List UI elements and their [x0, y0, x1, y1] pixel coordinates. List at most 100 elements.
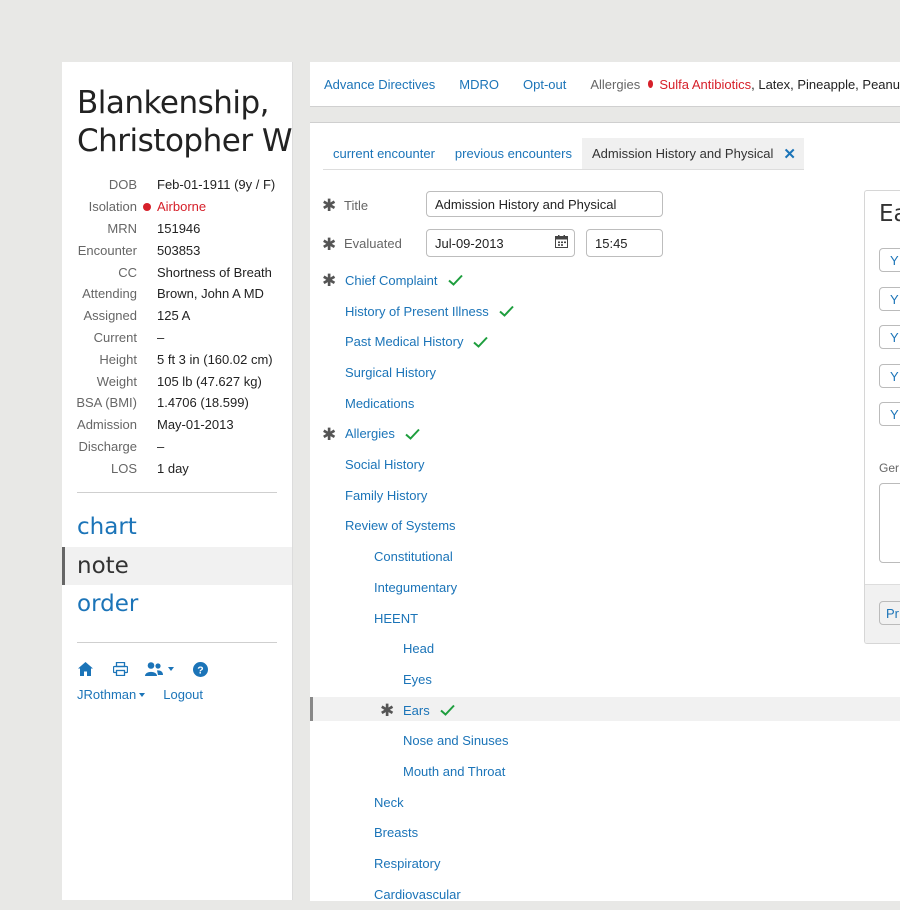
user-menu[interactable]: JRothman [77, 686, 146, 702]
tab-current-encounter[interactable]: current encounter [323, 138, 445, 169]
note-section-label: Eyes [403, 671, 432, 687]
demographic-value-text: 1.4706 (18.599) [157, 395, 249, 411]
help-icon[interactable]: ? [193, 661, 208, 677]
note-section-item[interactable]: HEENT [374, 603, 418, 634]
demographic-label: MRN [107, 220, 137, 236]
demographic-value: Feb-01-1911 (9y / F) [157, 177, 275, 192]
demographic-value: 105 lb (47.627 kg) [157, 374, 262, 389]
note-section-item[interactable]: Breasts [374, 818, 418, 849]
encounter-tabs: current encounter previous encounters Ad… [323, 138, 804, 170]
home-icon[interactable] [77, 662, 93, 677]
note-section-item[interactable]: Ears [403, 695, 455, 726]
demographic-label: LOS [110, 460, 137, 476]
checkmark-icon [405, 428, 420, 440]
evaluated-date-input[interactable]: Jul-09-2013 [426, 229, 575, 257]
general-textarea[interactable] [879, 483, 900, 563]
allergy-list: Sulfa Antibiotics , Latex, Pineapple, Pe… [659, 77, 900, 92]
detail-option-button[interactable]: Y [879, 248, 900, 272]
evaluated-time-input[interactable]: 15:45 [586, 229, 663, 257]
utility-icons: ? [77, 661, 292, 677]
demographic-value: 1 day [157, 461, 189, 476]
note-section-label: Neck [374, 794, 404, 810]
note-section-item[interactable]: Past Medical History [345, 326, 489, 357]
demographic-value: 151946 [157, 221, 200, 236]
demographic-label: Current [93, 329, 137, 345]
detail-option-button[interactable]: Y [879, 364, 900, 388]
user-links: JRothman Logout [77, 687, 292, 702]
demographic-value-text: May-01-2013 [157, 417, 234, 433]
demographic-value-text: Feb-01-1911 (9y / F) [157, 177, 276, 193]
note-section-item[interactable]: Medications [345, 388, 414, 419]
note-section-label: Head [403, 641, 435, 657]
footer-button[interactable]: Pr [879, 601, 900, 625]
detail-option-button[interactable]: Y [879, 402, 900, 426]
note-section-item[interactable]: Nose and Sinuses [403, 726, 509, 757]
demographic-row: Attending Brown, John A MD [62, 283, 292, 305]
demographic-value-text: 5 ft 3 in (160.02 cm) [157, 351, 273, 367]
tab-label: Admission History and Physical [591, 146, 774, 161]
main-nav-chart[interactable]: chart [62, 508, 292, 547]
note-section-item[interactable]: History of Present Illness [345, 296, 514, 327]
required-asterisk-icon: ✱ [322, 424, 337, 444]
note-section-item[interactable]: Respiratory [374, 848, 440, 879]
demographic-value: – [157, 330, 164, 345]
general-label: Ger [879, 461, 900, 475]
close-icon[interactable]: ✕ [783, 145, 796, 163]
note-section-item[interactable]: Social History [345, 449, 424, 480]
note-section-item[interactable]: Mouth and Throat [403, 756, 505, 787]
demographic-label: Discharge [78, 438, 137, 454]
note-section-label: Breasts [374, 825, 419, 841]
demographic-value: – [157, 439, 164, 454]
demographic-row: MRN 151946 [62, 218, 292, 240]
note-section-item[interactable]: Surgical History [345, 357, 436, 388]
checkmark-icon [473, 336, 489, 348]
main-nav-order[interactable]: order [62, 585, 292, 624]
note-section-label: Chief Complaint [345, 272, 438, 288]
note-section-label: Ears [403, 702, 430, 718]
demographic-value: 5 ft 3 in (160.02 cm) [157, 352, 273, 367]
demographic-value-text: Airborne [157, 199, 207, 215]
mdro-link[interactable]: MDRO [459, 77, 499, 92]
advance-directives-link[interactable]: Advance Directives [324, 77, 435, 92]
opt-out-link[interactable]: Opt-out [523, 77, 566, 92]
note-section-label: Allergies [345, 426, 395, 442]
demographic-label: Height [99, 351, 137, 367]
demographic-value-text: 503853 [157, 242, 201, 258]
demographic-label: CC [118, 264, 137, 280]
note-section-item[interactable]: Chief Complaint [345, 265, 463, 296]
demographic-row: Discharge – [62, 436, 292, 458]
note-section-label: Social History [345, 457, 425, 473]
main-nav-note[interactable]: note [62, 546, 292, 586]
required-asterisk-icon: ✱ [322, 235, 337, 254]
detail-option-button[interactable]: Y [879, 287, 900, 311]
title-input[interactable]: Admission History and Physical [426, 191, 663, 217]
demographic-row: Admission May-01-2013 [62, 414, 292, 436]
calendar-icon[interactable] [555, 235, 568, 251]
note-section-item[interactable]: Family History [345, 480, 427, 511]
logout-link[interactable]: Logout [163, 687, 203, 702]
patient-sidebar: Blankenship, Christopher W DOB Feb-01-191… [62, 62, 293, 900]
note-section-item[interactable]: Cardiovascular [374, 879, 461, 910]
svg-text:?: ? [197, 664, 203, 676]
demographic-row: Current – [62, 327, 292, 349]
user-name: JRothman [77, 686, 137, 702]
note-section-item[interactable]: Eyes [403, 664, 432, 695]
patient-demographics: DOB Feb-01-1911 (9y / F) Isolation Airborne… [62, 174, 292, 479]
divider [77, 641, 277, 643]
detail-option-button[interactable]: Y [879, 325, 900, 349]
demographic-value-text: Shortness of Breath [157, 264, 272, 280]
note-section-item[interactable]: Neck [374, 787, 404, 818]
tab-previous-encounters[interactable]: previous encounters [445, 138, 582, 169]
tab-admission-history[interactable]: Admission History and Physical ✕ [581, 138, 804, 169]
note-section-item[interactable]: Constitutional [374, 541, 453, 572]
note-section-item[interactable]: Head [403, 633, 434, 664]
users-icon[interactable] [145, 662, 174, 677]
note-section-item[interactable]: Allergies [345, 419, 420, 450]
allergy-item: , Latex, Pineapple, Peanu [751, 76, 900, 92]
print-icon[interactable] [112, 662, 128, 677]
demographic-value-text: – [157, 329, 165, 345]
demographic-value: Brown, John A MD [157, 286, 264, 301]
note-section-label: Nose and Sinuses [403, 733, 509, 749]
note-section-item[interactable]: Review of Systems [345, 511, 456, 542]
note-section-item[interactable]: Integumentary [374, 572, 457, 603]
